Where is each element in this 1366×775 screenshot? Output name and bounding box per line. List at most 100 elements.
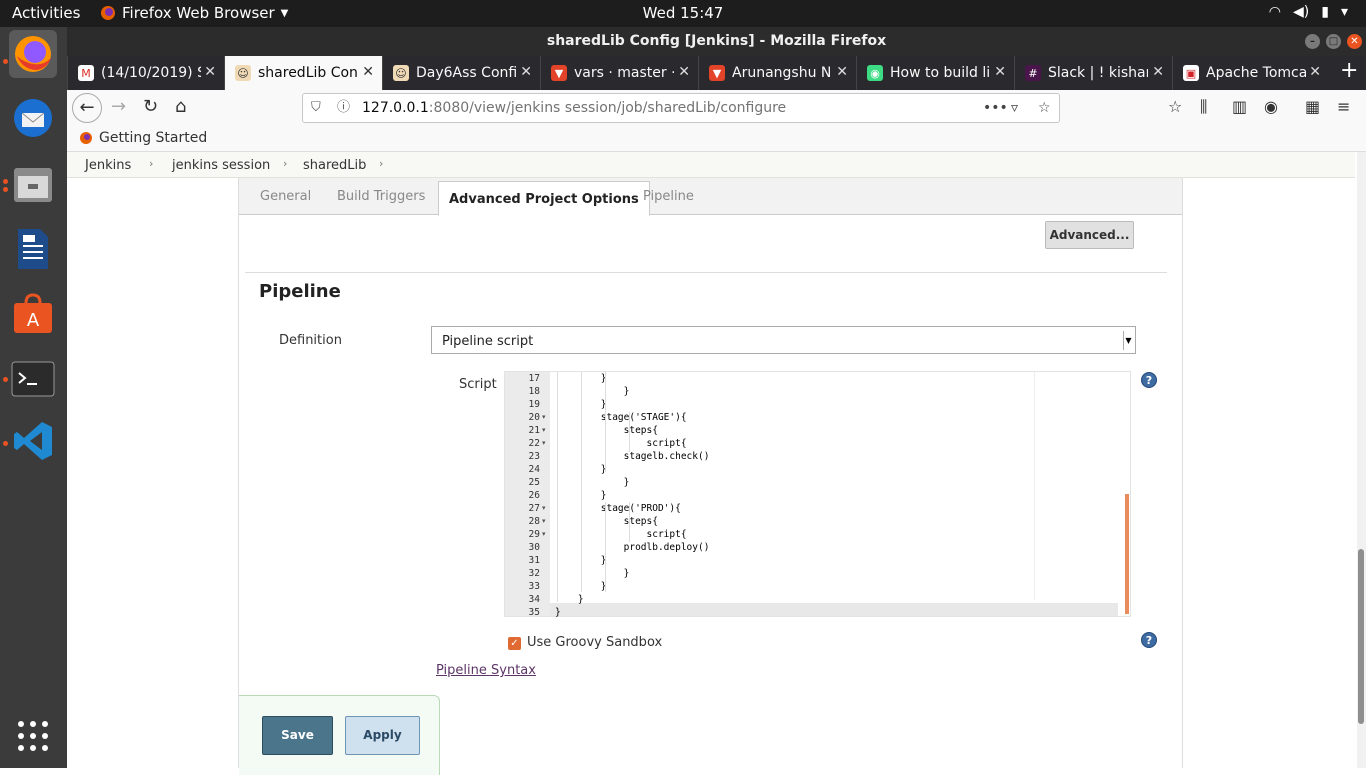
bookmark-getting-started[interactable]: Getting Started <box>79 130 207 146</box>
show-applications-button[interactable] <box>9 712 57 760</box>
fold-toggle-icon[interactable]: ▾ <box>542 424 548 437</box>
line-number: 18 <box>528 386 540 397</box>
code-line: } <box>555 607 561 618</box>
code-line: } <box>555 568 630 579</box>
files-launcher[interactable] <box>9 160 57 208</box>
tab-pipeline[interactable]: Pipeline <box>643 189 694 204</box>
browser-tab[interactable]: ▼ Arunangshu Na ✕ <box>698 56 856 90</box>
thunderbird-launcher[interactable] <box>9 94 57 142</box>
extensions-icon[interactable]: ▦ <box>1305 98 1320 116</box>
close-tab-icon[interactable]: ✕ <box>1309 64 1321 80</box>
close-tab-icon[interactable]: ✕ <box>678 64 690 80</box>
power-menu-icon: ▾ <box>1340 4 1348 20</box>
browser-tab[interactable]: ▣ Apache Tomca ✕ <box>1172 56 1329 90</box>
definition-select[interactable]: Pipeline script ▼ <box>431 326 1136 354</box>
sandbox-help-icon[interactable]: ? <box>1141 632 1157 648</box>
forward-button[interactable]: → <box>111 98 126 116</box>
terminal-icon <box>11 361 55 397</box>
wifi-icon: ◠ <box>1268 4 1282 20</box>
fold-toggle-icon[interactable]: ▾ <box>542 515 548 528</box>
minimize-button[interactable]: – <box>1305 34 1320 49</box>
browser-tab[interactable]: ☺ Day6Ass Confi ✕ <box>382 56 540 90</box>
breadcrumb-separator-icon[interactable]: › <box>149 157 153 170</box>
tab-label: sharedLib Conf <box>258 65 358 81</box>
browser-tab[interactable]: M (14/10/2019) S ✕ <box>67 56 224 90</box>
navigation-toolbar: ← → ↻ ⌂ ⛉ ⓘ 127.0.0.1:8080/view/jenkins … <box>67 90 1366 126</box>
url-bar[interactable]: ⛉ ⓘ 127.0.0.1:8080/view/jenkins session/… <box>302 93 1060 123</box>
close-tab-icon[interactable]: ✕ <box>362 64 374 80</box>
close-tab-icon[interactable]: ✕ <box>520 64 532 80</box>
close-tab-icon[interactable]: ✕ <box>204 64 216 80</box>
pocket-icon[interactable]: ▿ <box>1011 94 1018 122</box>
maximize-button[interactable]: □ <box>1326 34 1341 49</box>
line-number: 31 <box>528 555 540 566</box>
fold-toggle-icon[interactable]: ▾ <box>542 528 548 541</box>
account-icon[interactable]: ◉ <box>1264 98 1278 116</box>
breadcrumb-separator-icon[interactable]: › <box>379 157 383 170</box>
terminal-launcher[interactable] <box>9 355 57 403</box>
fold-toggle-icon[interactable]: ▾ <box>542 502 548 515</box>
apply-button[interactable]: Apply <box>345 716 420 755</box>
shield-icon[interactable]: ⛉ <box>311 94 321 122</box>
home-button[interactable]: ⌂ <box>175 98 186 116</box>
script-help-icon[interactable]: ? <box>1141 372 1157 388</box>
page-scrollbar[interactable] <box>1357 152 1366 768</box>
tomcat-icon: ▣ <box>1183 65 1199 81</box>
code-line: stagelb.check() <box>555 451 710 462</box>
writer-launcher[interactable] <box>9 225 57 273</box>
close-tab-icon[interactable]: ✕ <box>994 64 1006 80</box>
library-icon[interactable]: ⫼ <box>1200 98 1207 116</box>
line-number: 24 <box>528 464 540 475</box>
software-launcher[interactable]: A <box>9 290 57 338</box>
browser-tab[interactable]: ◉ How to build li ✕ <box>856 56 1014 90</box>
close-tab-icon[interactable]: ✕ <box>1152 64 1164 80</box>
browser-tab[interactable]: ▼ vars · master · ✕ <box>540 56 698 90</box>
code-line: stage('PROD'){ <box>555 503 681 514</box>
sidebar-icon[interactable]: ▥ <box>1232 98 1247 116</box>
close-tab-icon[interactable]: ✕ <box>836 64 848 80</box>
line-number-gutter: 17 18 19 20 ▾ 21 ▾ 22 ▾ 23 24 25 26 27 ▾ 28 ▾ 29 ▾ 30 31 32 33… <box>505 372 550 618</box>
chevron-down-icon: ▼ <box>1123 331 1133 350</box>
page-actions-icon[interactable]: ••• <box>983 94 1008 122</box>
script-editor[interactable]: 17 18 19 20 ▾ 21 ▾ 22 ▾ 23 24 25 26 27 ▾ 28 ▾ 29 ▾ 30 31 32 33… <box>504 371 1131 618</box>
code-line: prodlb.deploy() <box>555 542 710 553</box>
editor-scrollbar[interactable] <box>1125 494 1129 614</box>
browser-tab[interactable]: # Slack | ! kishan ✕ <box>1014 56 1172 90</box>
save-button[interactable]: Save <box>262 716 333 755</box>
scrollbar-thumb[interactable] <box>1358 549 1364 724</box>
reload-button[interactable]: ↻ <box>143 98 158 116</box>
volume-icon: ◀) <box>1293 4 1310 20</box>
pipeline-syntax-link[interactable]: Pipeline Syntax <box>436 663 536 678</box>
indent-guide <box>581 372 582 592</box>
browser-tab-active[interactable]: ☺ sharedLib Conf ✕ <box>224 56 382 90</box>
code-line: steps{ <box>555 425 658 436</box>
fold-toggle-icon[interactable]: ▾ <box>542 437 548 450</box>
system-tray[interactable]: ◠ ◀) ▮ ▾ <box>1269 4 1348 20</box>
fold-toggle-icon[interactable]: ▾ <box>542 411 548 424</box>
breadcrumb-jenkins[interactable]: Jenkins <box>85 158 131 173</box>
line-number: 30 <box>528 542 540 553</box>
close-window-button[interactable]: ✕ <box>1347 34 1362 49</box>
breadcrumb-sharedlib[interactable]: sharedLib <box>303 158 366 173</box>
clock[interactable]: Wed 15:47 <box>0 4 1366 22</box>
groovy-sandbox-checkbox[interactable]: ✓ <box>508 637 521 650</box>
vscode-launcher[interactable] <box>9 417 57 465</box>
breadcrumb-separator-icon[interactable]: › <box>283 157 287 170</box>
indent-guide <box>605 502 606 592</box>
bookmarks-star-icon[interactable]: ☆ <box>1168 98 1182 116</box>
advanced-button[interactable]: Advanced... <box>1045 221 1134 249</box>
firefox-launcher[interactable] <box>9 30 57 78</box>
slack-icon: # <box>1025 65 1041 81</box>
android-icon: ◉ <box>867 65 883 81</box>
tab-build-triggers[interactable]: Build Triggers <box>337 189 425 204</box>
hamburger-menu-icon[interactable]: ≡ <box>1337 98 1350 116</box>
back-button[interactable]: ← <box>72 93 102 123</box>
tab-label: Arunangshu Na <box>732 65 832 81</box>
breadcrumb-jenkins-session[interactable]: jenkins session <box>172 158 270 173</box>
running-indicator <box>3 377 8 382</box>
new-tab-button[interactable]: + <box>1340 60 1358 82</box>
tab-advanced-project-options[interactable]: Advanced Project Options <box>438 181 650 216</box>
bookmark-star-icon[interactable]: ☆ <box>1038 94 1051 122</box>
tab-general[interactable]: General <box>260 189 311 204</box>
info-icon[interactable]: ⓘ <box>337 94 350 122</box>
